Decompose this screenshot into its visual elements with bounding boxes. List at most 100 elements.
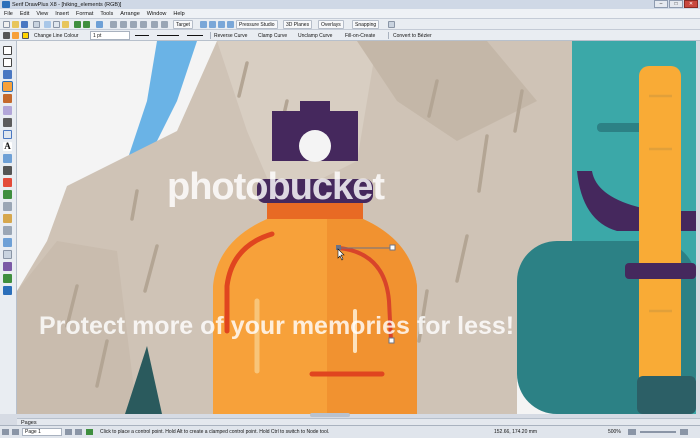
drawing-canvas[interactable]: photobucket Protect more of your memorie… [17, 41, 696, 414]
vertical-scrollbar[interactable] [696, 41, 700, 414]
status-hint: Click to place a control point. Hold Alt… [100, 429, 330, 435]
last-page-icon[interactable] [75, 429, 82, 435]
zoom-icon[interactable] [96, 21, 103, 28]
bottle-cap-hole [299, 130, 331, 162]
zoom-slider[interactable] [640, 431, 676, 433]
copy-icon[interactable] [53, 21, 60, 28]
order-icon[interactable] [130, 21, 137, 28]
watermark-brand: photobucket [167, 166, 385, 208]
horizontal-scroll-thumb[interactable] [310, 413, 350, 417]
flip-icon[interactable] [151, 21, 158, 28]
watermark-tagline: Protect more of your memories for less! [39, 312, 515, 340]
shadow-tool-icon[interactable] [3, 214, 12, 223]
window-controls: – □ ✕ [654, 0, 698, 9]
open-folder-icon[interactable] [12, 21, 19, 28]
unclamp-curve-button[interactable]: Unclamp Curve [296, 31, 334, 40]
align-icon[interactable] [110, 21, 117, 28]
text-tool-icon[interactable]: A [3, 142, 12, 151]
convert-to-bezier-button[interactable]: Convert to Bézier [391, 31, 434, 40]
menu-view[interactable]: View [36, 11, 48, 17]
new-document-icon[interactable] [3, 21, 10, 28]
status-bar: Page 1 Click to place a control point. H… [0, 425, 700, 438]
menu-insert[interactable]: Insert [55, 11, 69, 17]
blend-tool-icon[interactable] [3, 226, 12, 235]
line-dash-dropdown[interactable] [155, 31, 183, 40]
cursor-coordinates: 152.66, 174.20 mm [494, 429, 538, 435]
line-colour-icon[interactable] [12, 32, 19, 39]
line-style-dropdown[interactable] [133, 31, 153, 40]
menu-format[interactable]: Format [76, 11, 93, 17]
target-button[interactable]: Target [173, 20, 193, 29]
group-icon[interactable] [161, 21, 168, 28]
menu-window[interactable]: Window [147, 11, 167, 17]
rotate-icon[interactable] [140, 21, 147, 28]
zoom-out-icon[interactable] [628, 429, 636, 435]
first-page-icon[interactable] [2, 429, 9, 435]
dropper-tool-icon[interactable] [3, 166, 12, 175]
fill-on-create-button[interactable]: Fill-on-Create [343, 31, 377, 40]
fill-tool-icon[interactable] [3, 178, 12, 187]
save-icon[interactable] [21, 21, 28, 28]
picture-tool-icon[interactable] [3, 274, 12, 283]
window-title: Serif DrawPlus X8 - [hiking_elements (RG… [12, 1, 122, 8]
envelope-tool-icon[interactable] [3, 202, 12, 211]
prev-page-icon[interactable] [12, 429, 19, 435]
change-line-colour-button[interactable]: Change Line Colour [32, 31, 80, 40]
fill-colour-icon[interactable] [22, 32, 29, 39]
3d-planes-button[interactable]: 3D Planes [283, 20, 313, 29]
pen-tool-icon [3, 32, 10, 39]
page-indicator[interactable]: Page 1 [22, 428, 62, 436]
pencil-tool-icon[interactable] [3, 70, 12, 79]
backpack-bottom [637, 376, 696, 414]
connector-tool-icon[interactable] [3, 154, 12, 163]
artwork [17, 41, 696, 414]
menu-tools[interactable]: Tools [100, 11, 113, 17]
redo-icon[interactable] [83, 21, 90, 28]
print-icon[interactable] [33, 21, 40, 28]
arrange-icon[interactable] [120, 21, 127, 28]
zoom-tool-icon[interactable] [3, 286, 12, 295]
pressure-studio-button[interactable]: Pressure Studio [236, 20, 278, 29]
strap-buckle [625, 263, 696, 279]
menu-file[interactable]: File [4, 11, 13, 17]
close-button[interactable]: ✕ [684, 0, 698, 8]
add-page-icon[interactable] [86, 429, 93, 435]
pen-tool-icon-active[interactable] [2, 81, 13, 92]
3d-tool-icon[interactable] [3, 262, 12, 271]
contour-tool-icon[interactable] [3, 238, 12, 247]
next-page-icon[interactable] [65, 429, 72, 435]
standard-toolbar: Target Pressure Studio 3D Planes Overlay… [0, 19, 700, 30]
snapping-button[interactable]: Snapping [352, 20, 380, 29]
overlays-button[interactable]: Overlays [318, 20, 344, 29]
crop-tool-icon[interactable] [3, 250, 12, 259]
pointer-tool-icon[interactable] [3, 46, 12, 55]
shape-add-icon[interactable] [200, 21, 207, 28]
reverse-curve-button[interactable]: Reverse Curve [212, 31, 249, 40]
shape-tool-icon[interactable] [3, 130, 12, 139]
menu-help[interactable]: Help [173, 11, 184, 17]
line-width-field[interactable]: 1 pt [90, 31, 130, 40]
zoom-in-icon[interactable] [680, 429, 688, 435]
shape-combine-icon[interactable] [227, 21, 234, 28]
menu-edit[interactable]: Edit [20, 11, 29, 17]
title-bar: Serif DrawPlus X8 - [hiking_elements (RG… [0, 0, 700, 9]
zoom-level[interactable]: 500% [608, 429, 621, 435]
undo-icon[interactable] [74, 21, 81, 28]
transparency-tool-icon[interactable] [3, 190, 12, 199]
cut-icon[interactable] [44, 21, 51, 28]
paste-icon[interactable] [62, 21, 69, 28]
brush-tool-icon[interactable] [3, 94, 12, 103]
shape-intersect-icon[interactable] [218, 21, 225, 28]
menu-arrange[interactable]: Arrange [120, 11, 140, 17]
eraser-tool-icon[interactable] [3, 106, 12, 115]
app-icon [2, 1, 10, 8]
clamp-curve-button[interactable]: Clamp Curve [256, 31, 289, 40]
menu-bar: File Edit View Insert Format Tools Arran… [0, 9, 700, 19]
node-tool-icon[interactable] [3, 58, 12, 67]
knife-tool-icon[interactable] [3, 118, 12, 127]
line-end-dropdown[interactable] [185, 31, 207, 40]
shape-subtract-icon[interactable] [209, 21, 216, 28]
snap-options-icon[interactable] [388, 21, 395, 28]
minimize-button[interactable]: – [654, 0, 668, 8]
maximize-button[interactable]: □ [669, 0, 683, 8]
